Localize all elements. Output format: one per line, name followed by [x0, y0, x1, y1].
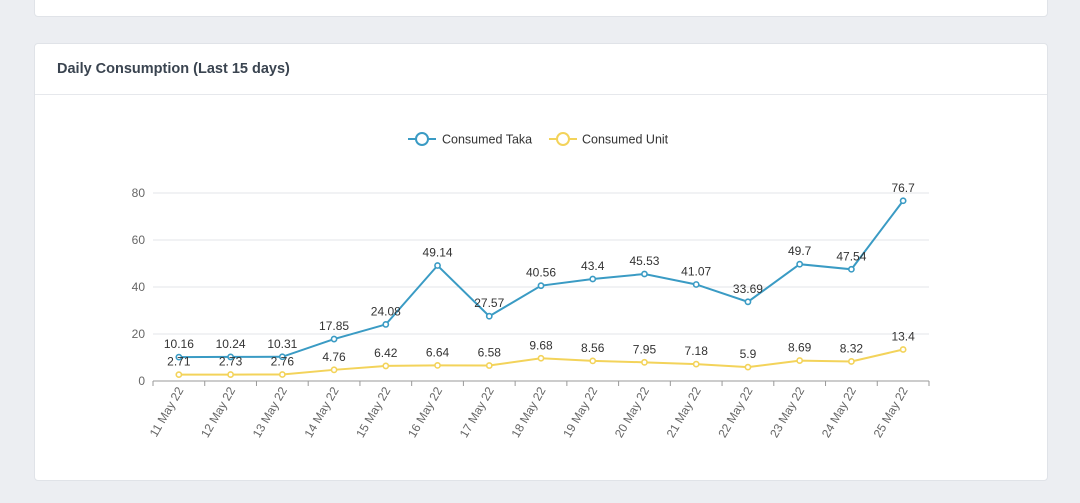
- data-label: 4.76: [322, 350, 346, 364]
- data-label: 10.24: [216, 337, 246, 351]
- legend-marker-icon: [415, 132, 429, 146]
- data-label: 17.85: [319, 319, 349, 333]
- data-label: 76.7: [891, 181, 915, 195]
- legend-marker-icon: [556, 132, 570, 146]
- data-point: [382, 321, 390, 328]
- data-label: 13.4: [891, 330, 915, 344]
- data-point: [330, 335, 338, 343]
- data-label: 40.56: [526, 266, 556, 280]
- data-point: [382, 362, 390, 370]
- data-point: [434, 262, 441, 269]
- y-tick-label: 40: [132, 280, 146, 294]
- data-point: [796, 260, 804, 268]
- data-label: 27.57: [474, 296, 504, 310]
- data-label: 47.54: [836, 249, 866, 263]
- x-tick-label: 23 May 22: [767, 384, 807, 440]
- data-label: 8.69: [788, 341, 812, 355]
- x-tick-label: 11 May 22: [147, 384, 187, 439]
- x-tick-label: 14 May 22: [302, 384, 342, 440]
- data-point: [485, 362, 493, 369]
- data-labels: 10.16 10.24 10.31 17.85 24.08 49.14 27.57 40.56…: [164, 181, 915, 369]
- data-label: 10.16: [164, 337, 194, 351]
- consumption-line-chart: 0 20 40 60 80 11 May 22 12 May 22 13 May 22 14 M…: [132, 132, 930, 440]
- data-label: 41.07: [681, 264, 711, 278]
- data-point: [744, 363, 752, 371]
- x-tick-label: 18 May 22: [508, 384, 548, 440]
- data-point: [589, 275, 597, 283]
- x-tick-label: 22 May 22: [715, 384, 755, 440]
- data-point: [330, 366, 338, 374]
- y-tick-label: 60: [132, 233, 146, 247]
- data-point: [899, 197, 907, 205]
- data-label: 43.4: [581, 259, 605, 273]
- data-label: 45.53: [629, 254, 659, 268]
- legend-item[interactable]: Consumed Unit: [549, 132, 669, 147]
- x-tick-label: 24 May 22: [819, 384, 859, 440]
- x-tick-label: 16 May 22: [405, 384, 445, 440]
- data-label: 49.7: [788, 244, 812, 258]
- data-point: [692, 360, 700, 368]
- data-point: [278, 371, 286, 378]
- data-point: [537, 282, 545, 290]
- data-point: [692, 281, 700, 288]
- x-tick-label: 12 May 22: [198, 384, 238, 440]
- data-label: 6.64: [426, 345, 450, 359]
- data-point: [589, 357, 597, 365]
- data-label: 33.69: [733, 282, 763, 296]
- data-point: [848, 358, 855, 365]
- data-label: 6.58: [478, 346, 502, 360]
- data-label: 2.71: [167, 355, 191, 369]
- x-tick-label: 15 May 22: [353, 384, 393, 440]
- data-point: [848, 265, 855, 273]
- data-label: 7.95: [633, 342, 657, 356]
- y-tick-label: 80: [132, 186, 146, 200]
- x-tick-label: 13 May 22: [250, 384, 290, 440]
- x-tick-label: 21 May 22: [664, 384, 704, 440]
- x-tick-label: 25 May 22: [871, 384, 911, 440]
- x-tick-label: 20 May 22: [612, 384, 652, 440]
- legend-item[interactable]: Consumed Taka: [408, 132, 532, 147]
- y-tick-label: 0: [138, 374, 145, 388]
- data-point: [899, 346, 907, 353]
- data-label: 2.76: [271, 355, 295, 369]
- data-point: [485, 312, 493, 320]
- axes: 0 20 40 60 80 11 May 22 12 May 22 13 May 22 14 M…: [132, 186, 930, 440]
- data-point: [175, 371, 183, 379]
- data-label: 49.14: [423, 246, 453, 260]
- x-tick-label: 19 May 22: [560, 384, 600, 440]
- x-tick-label: 17 May 22: [457, 384, 497, 440]
- data-point: [796, 357, 804, 364]
- data-label: 8.56: [581, 341, 605, 355]
- data-point: [744, 298, 752, 306]
- chart-legend[interactable]: Consumed Taka Consumed Unit: [408, 132, 669, 147]
- data-point: [227, 371, 234, 378]
- legend-label: Consumed Unit: [582, 133, 669, 147]
- data-label: 9.68: [529, 338, 553, 352]
- y-tick-label: 20: [132, 327, 146, 341]
- legend-label: Consumed Taka: [442, 133, 532, 147]
- data-label: 7.18: [685, 344, 709, 358]
- data-point: [641, 270, 648, 278]
- data-label: 5.9: [740, 347, 757, 361]
- data-label: 2.73: [219, 355, 243, 369]
- data-label: 10.31: [267, 337, 297, 351]
- data-point: [434, 361, 441, 369]
- data-label: 24.08: [371, 304, 401, 318]
- data-label: 8.32: [840, 341, 864, 355]
- data-label: 6.42: [374, 346, 398, 360]
- data-point: [537, 354, 545, 362]
- data-point: [641, 358, 648, 366]
- grid-lines: [153, 192, 929, 335]
